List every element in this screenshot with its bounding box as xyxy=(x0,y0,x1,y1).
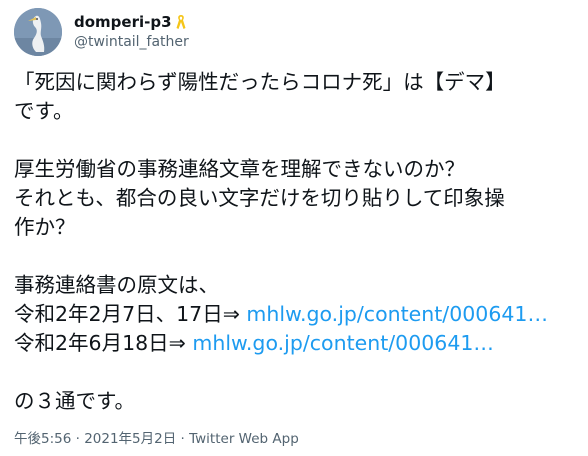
tweet-link-line: 令和2年2月7日、17日⇒ mhlw.go.jp/content/000641… xyxy=(14,300,579,329)
link-prefix: 令和2年6月18日⇒ xyxy=(14,331,193,355)
tweet-text-line: の３通です。 xyxy=(14,389,135,413)
tweet-text-line: 事務連絡書の原文は、 xyxy=(14,273,219,297)
tweet-time[interactable]: 午後5:56 xyxy=(14,431,71,447)
tweet-link-line: 令和2年6月18日⇒ mhlw.go.jp/content/000641… xyxy=(14,329,579,358)
meta-separator: · xyxy=(176,431,190,447)
tweet-text-line: 厚生労働省の事務連絡文章を理解できないのか？ xyxy=(14,157,465,181)
tweet-text-line: 「死因に関わらず陽性だったらコロナ死」は【デマ】 xyxy=(14,70,506,94)
link-prefix: 令和2年2月7日、17日⇒ xyxy=(14,302,247,326)
tweet-text-line: です。 xyxy=(14,99,74,123)
meta-separator: · xyxy=(71,431,85,447)
mhlw-link-2[interactable]: mhlw.go.jp/content/000641… xyxy=(192,331,494,355)
yellow-ribbon-icon xyxy=(175,14,187,30)
user-handle[interactable]: @twintail_father xyxy=(74,34,189,50)
egret-photo-icon xyxy=(14,8,62,56)
display-name[interactable]: domperi-p3 xyxy=(74,13,172,31)
avatar[interactable] xyxy=(14,8,62,56)
tweet-meta: 午後5:56 · 2021年5月2日 · Twitter Web App xyxy=(14,427,299,447)
tweet: domperi-p3 @twintail_father 「死因に関わらず陽性だっ… xyxy=(0,0,588,456)
display-name-row: domperi-p3 xyxy=(74,12,189,32)
author-names: domperi-p3 @twintail_father xyxy=(74,12,189,50)
tweet-text-line: それとも、都合の良い文字だけを切り貼りして印象操 xyxy=(14,186,505,210)
tweet-source[interactable]: Twitter Web App xyxy=(189,431,299,447)
tweet-text-line: 作か？ xyxy=(14,215,76,239)
tweet-date[interactable]: 2021年5月2日 xyxy=(84,431,176,447)
tweet-body: 「死因に関わらず陽性だったらコロナ死」は【デマ】 です。 厚生労働省の事務連絡文… xyxy=(14,68,579,416)
tweet-header: domperi-p3 @twintail_father xyxy=(14,8,574,58)
mhlw-link-1[interactable]: mhlw.go.jp/content/000641… xyxy=(246,302,548,326)
